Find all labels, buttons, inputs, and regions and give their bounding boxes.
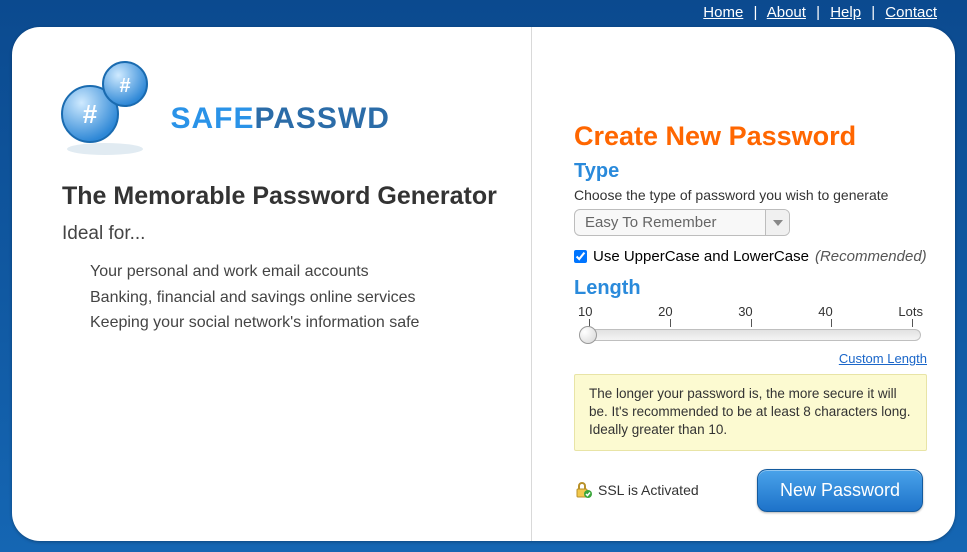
ideal-item: Your personal and work email accounts xyxy=(90,259,503,285)
chevron-down-icon xyxy=(765,210,789,235)
logo: # # SAFEPASSWD xyxy=(50,49,503,164)
nav-home[interactable]: Home xyxy=(703,4,743,21)
ideal-list: Your personal and work email accounts Ba… xyxy=(62,259,503,336)
length-label: Length xyxy=(574,277,927,300)
tick-label: 10 xyxy=(578,304,592,319)
nav-sep: | xyxy=(871,4,875,21)
case-checkbox-label: Use UpperCase and LowerCase xyxy=(593,248,809,265)
right-panel: Create New Password Type Choose the type… xyxy=(532,27,955,541)
custom-length-link[interactable]: Custom Length xyxy=(839,351,927,366)
case-checkbox-hint: (Recommended) xyxy=(815,248,927,265)
type-helper: Choose the type of password you wish to … xyxy=(574,187,927,203)
case-checkbox-row: Use UpperCase and LowerCase (Recommended… xyxy=(574,248,927,265)
tick-label: Lots xyxy=(898,304,923,319)
nav-about[interactable]: About xyxy=(767,4,806,21)
length-slider[interactable] xyxy=(580,329,921,341)
type-label: Type xyxy=(574,160,927,183)
logo-icon: # # xyxy=(50,49,160,159)
logo-text: SAFEPASSWD xyxy=(170,102,389,136)
left-panel: # # SAFEPASSWD The Memorable Password Ge… xyxy=(12,27,532,541)
bottom-row: SSL is Activated New Password xyxy=(574,469,927,512)
ssl-status: SSL is Activated xyxy=(574,481,699,499)
svg-text:#: # xyxy=(119,75,130,97)
length-info: The longer your password is, the more se… xyxy=(574,374,927,451)
main-card: # # SAFEPASSWD The Memorable Password Ge… xyxy=(12,27,955,541)
length-tick-marks xyxy=(582,319,919,327)
create-heading: Create New Password xyxy=(574,121,927,152)
length-slider-thumb[interactable] xyxy=(579,326,597,344)
nav-sep: | xyxy=(816,4,820,21)
tick-label: 30 xyxy=(738,304,752,319)
tagline: The Memorable Password Generator xyxy=(62,182,503,211)
tick-label: 20 xyxy=(658,304,672,319)
ssl-text: SSL is Activated xyxy=(598,482,699,498)
nav-contact[interactable]: Contact xyxy=(885,4,937,21)
new-password-button[interactable]: New Password xyxy=(757,469,923,512)
top-nav: Home | About | Help | Contact xyxy=(0,0,967,27)
ideal-item: Keeping your social network's informatio… xyxy=(90,310,503,336)
ideal-item: Banking, financial and savings online se… xyxy=(90,285,503,311)
length-tick-labels: 10 20 30 40 Lots xyxy=(574,304,927,319)
svg-text:#: # xyxy=(83,99,98,129)
type-select-value: Easy To Remember xyxy=(575,210,765,235)
ideal-for-label: Ideal for... xyxy=(62,223,503,245)
nav-sep: | xyxy=(753,4,757,21)
case-checkbox[interactable] xyxy=(574,250,587,263)
type-select[interactable]: Easy To Remember xyxy=(574,209,790,236)
nav-help[interactable]: Help xyxy=(830,4,861,21)
tick-label: 40 xyxy=(818,304,832,319)
lock-icon xyxy=(574,481,592,499)
